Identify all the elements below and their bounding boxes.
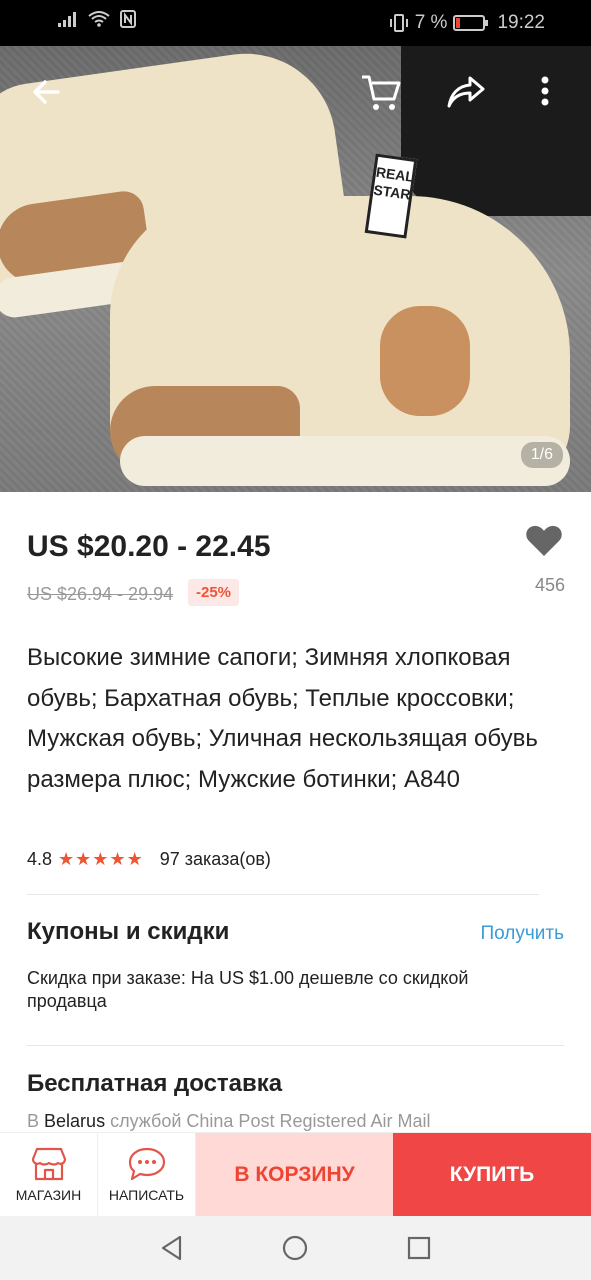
status-bar: 7 % 19:22 — [0, 0, 591, 46]
star-rating-icon: ★★★★★ — [58, 849, 144, 869]
coupon-description: Скидка при заказе: На US $1.00 дешевле с… — [27, 968, 469, 1011]
store-button[interactable]: МАГАЗИН — [0, 1133, 98, 1216]
add-to-cart-button[interactable]: В КОРЗИНУ — [196, 1133, 393, 1216]
share-button[interactable] — [446, 74, 486, 116]
rating-row[interactable]: 4.8 ★★★★★ 97 заказа(ов) — [27, 849, 271, 870]
discount-badge: -25% — [188, 579, 240, 606]
status-right: 7 % 19:22 — [389, 12, 545, 34]
more-options-button[interactable] — [540, 76, 550, 112]
divider — [27, 894, 539, 895]
shipping-heading: Бесплатная доставка — [27, 1070, 283, 1097]
nav-recents-button[interactable] — [399, 1228, 439, 1268]
square-recents-icon — [408, 1236, 431, 1260]
get-coupon-link[interactable]: Получить — [480, 923, 564, 945]
shoe-side-panel — [380, 306, 470, 416]
shipping-country: Belarus — [44, 1111, 106, 1131]
battery-icon — [453, 15, 489, 31]
image-counter: 1/6 — [520, 442, 563, 468]
shipping-service: службой China Post Registered Air Mail — [110, 1111, 431, 1131]
action-bar: МАГАЗИН НАПИСАТЬ В КОРЗИНУ КУПИТЬ — [0, 1132, 591, 1216]
nfc-icon — [120, 10, 136, 28]
circle-home-icon — [283, 1235, 308, 1261]
product-price: US $20.20 - 22.45 — [27, 530, 271, 563]
share-icon — [447, 76, 485, 108]
original-price: US $26.94 - 29.94 — [27, 584, 174, 604]
divider — [27, 1045, 564, 1046]
triangle-back-icon — [161, 1235, 181, 1261]
shipping-prefix: В — [27, 1111, 40, 1131]
wishlist-button[interactable] — [519, 524, 569, 563]
cart-icon — [362, 75, 401, 110]
rating-value: 4.8 — [27, 849, 53, 869]
wishlist-count: 456 — [534, 575, 565, 595]
chat-icon — [128, 1147, 165, 1180]
nav-home-button[interactable] — [275, 1228, 315, 1268]
message-button[interactable]: НАПИСАТЬ — [98, 1133, 196, 1216]
clock: 19:22 — [497, 12, 545, 33]
nav-back-button[interactable] — [152, 1228, 192, 1268]
vibrate-icon — [389, 14, 408, 32]
message-label: НАПИСАТЬ — [108, 1186, 185, 1203]
cart-button[interactable] — [360, 73, 402, 119]
back-arrow-icon — [33, 80, 60, 104]
wifi-icon — [88, 11, 110, 27]
buy-now-button[interactable]: КУПИТЬ — [393, 1133, 591, 1216]
battery-percent: 7 % — [414, 12, 448, 33]
trouser-leg — [401, 46, 591, 216]
status-left — [58, 10, 136, 28]
shoe-sole — [120, 436, 570, 486]
product-title: Высокие зимние сапоги; Зимняя хлопковая … — [27, 644, 538, 793]
shoe-front — [110, 196, 570, 486]
system-nav-bar — [0, 1216, 591, 1280]
heart-icon — [526, 525, 562, 556]
orders-count: 97 заказа(ов) — [159, 849, 271, 869]
store-label: МАГАЗИН — [15, 1186, 82, 1203]
more-vertical-icon — [541, 76, 549, 106]
coupons-heading: Купоны и скидки — [27, 918, 230, 945]
back-button[interactable] — [30, 76, 62, 114]
signal-icon — [58, 12, 76, 27]
store-icon — [31, 1147, 66, 1180]
product-image-gallery[interactable]: REAL STAR 1/6 — [0, 46, 591, 492]
shipping-details[interactable]: В Belarus службой China Post Registered … — [27, 1111, 431, 1132]
